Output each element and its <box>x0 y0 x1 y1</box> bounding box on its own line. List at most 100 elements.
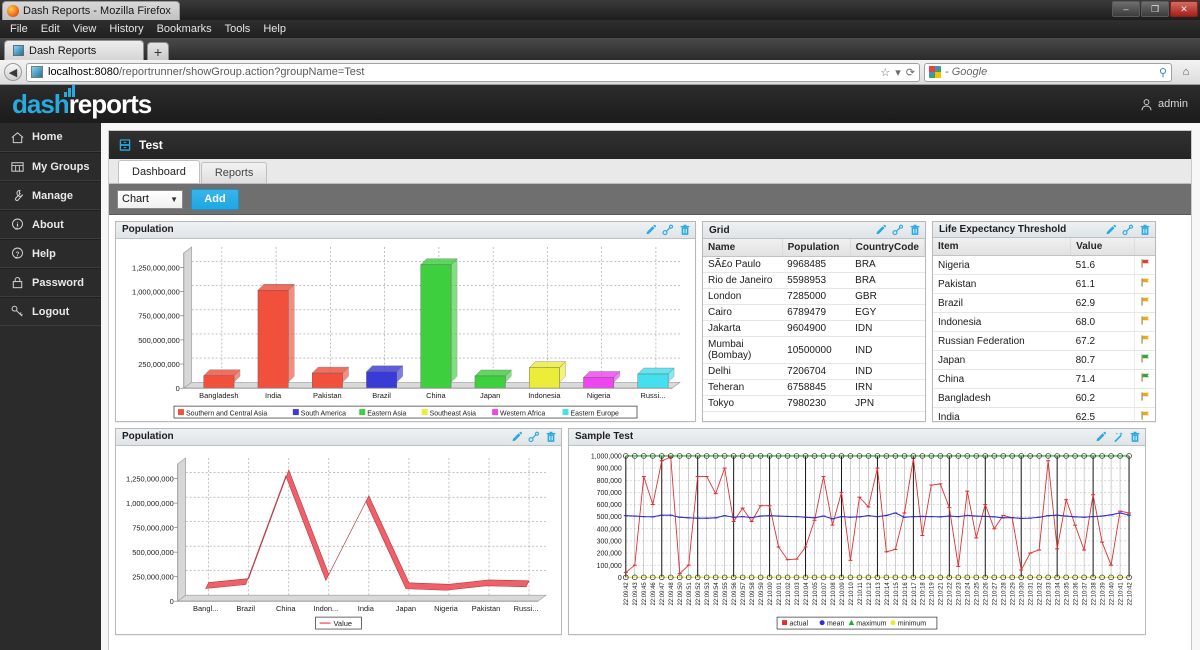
trash-icon[interactable] <box>1139 224 1151 236</box>
legend-label: maximum <box>856 620 886 627</box>
bar[interactable] <box>257 283 295 389</box>
threshold-column-header[interactable] <box>1134 238 1155 257</box>
chevron-down-icon[interactable]: ▾ <box>895 66 901 79</box>
grid-column-header[interactable]: Population <box>782 239 851 257</box>
sidebar-item-logout[interactable]: Logout <box>0 297 101 326</box>
search-icon[interactable]: ⚲ <box>1159 66 1167 79</box>
x-tick-label: Pakistan <box>472 604 501 613</box>
x-tick-label: 22:10:16 <box>903 582 909 606</box>
trash-icon[interactable] <box>1129 431 1141 443</box>
threshold-flag-cell <box>1134 331 1155 352</box>
table-row[interactable]: London 7285000 GBR <box>703 288 925 305</box>
sidebar-item-password[interactable]: Password <box>0 268 101 297</box>
sidebar-item-manage[interactable]: Manage <box>0 181 101 210</box>
table-row[interactable]: Tokyo 7980230 JPN <box>703 395 925 412</box>
url-bar[interactable]: localhost:8080/reportrunner/showGroup.ac… <box>26 62 920 82</box>
minimize-button[interactable]: – <box>1112 1 1140 17</box>
table-row[interactable]: Teheran 6758845 IRN <box>703 379 925 396</box>
widget-title: Population <box>122 224 174 236</box>
table-row[interactable]: Indonesia 68.0 <box>933 312 1155 333</box>
wand-icon[interactable] <box>1112 431 1124 443</box>
threshold-value: 80.7 <box>1070 350 1135 371</box>
x-tick-label: 22:10:08 <box>831 582 837 606</box>
menu-bar: File Edit View History Bookmarks Tools H… <box>0 20 1200 38</box>
table-row[interactable]: Brazil 62.9 <box>933 293 1155 314</box>
threshold-column-header[interactable]: Value <box>1070 238 1135 257</box>
x-tick-label: 22:10:22 <box>948 582 954 606</box>
edit-icon[interactable] <box>645 224 657 236</box>
url-path: /reportrunner/showGroup.action?groupName… <box>118 66 365 78</box>
threshold-value: 61.1 <box>1070 274 1135 295</box>
new-tab-button[interactable]: + <box>147 42 169 60</box>
table-row[interactable]: Rio de Janeiro 5598953 BRA <box>703 272 925 289</box>
table-row[interactable]: Cairo 6789479 EGY <box>703 304 925 321</box>
x-tick-label: 22:10:35 <box>1065 582 1071 606</box>
table-row[interactable]: Mumbai (Bombay) 10500000 IND <box>703 336 925 364</box>
edit-icon[interactable] <box>1105 224 1117 236</box>
trash-icon[interactable] <box>545 431 557 443</box>
sidebar-item-my-groups[interactable]: My Groups <box>0 152 101 181</box>
table-row[interactable]: Nigeria 51.6 <box>933 255 1155 276</box>
browser-tab-dash-reports[interactable]: Dash Reports <box>4 40 144 60</box>
table-row[interactable]: India 62.5 <box>933 407 1155 421</box>
menu-help[interactable]: Help <box>257 22 292 36</box>
widget-title: Population <box>122 431 174 443</box>
link-icon[interactable] <box>1122 224 1134 236</box>
bookmark-star-icon[interactable]: ☆ <box>880 66 890 79</box>
table-row[interactable]: Pakistan 61.1 <box>933 274 1155 295</box>
legend-swatch <box>890 620 896 626</box>
tab-reports[interactable]: Reports <box>200 162 268 183</box>
tab-dashboard[interactable]: Dashboard <box>118 160 200 183</box>
grid-column-header[interactable]: CountryCode <box>850 239 925 257</box>
table-row[interactable]: Russian Federation 67.2 <box>933 331 1155 352</box>
reload-icon[interactable]: ⟳ <box>906 66 915 79</box>
trash-icon[interactable] <box>909 224 921 236</box>
menu-bookmarks[interactable]: Bookmarks <box>151 22 218 36</box>
table-row[interactable]: Bangladesh 60.2 <box>933 388 1155 409</box>
widget-header: Population <box>116 429 561 446</box>
y-tick-label: 1,250,000,000 <box>126 475 174 484</box>
menu-history[interactable]: History <box>103 22 149 36</box>
dashboard-row-1: Population 0 250,000,000 500,000,000 750… <box>115 221 1185 422</box>
table-row[interactable]: China 71.4 <box>933 369 1155 390</box>
legend-label: Western Africa <box>500 411 545 418</box>
widget-actions <box>1095 431 1141 443</box>
bar[interactable] <box>420 258 458 389</box>
menu-tools[interactable]: Tools <box>219 22 257 36</box>
table-row[interactable]: Japan 80.7 <box>933 350 1155 371</box>
add-button[interactable]: Add <box>191 188 239 210</box>
edit-icon[interactable] <box>511 431 523 443</box>
sidebar-item-about[interactable]: About <box>0 210 101 239</box>
table-header-row: Name Population CountryCode <box>703 239 925 257</box>
link-icon[interactable] <box>662 224 674 236</box>
y-tick-label: 0 <box>170 597 174 606</box>
table-row[interactable]: Delhi 7206704 IND <box>703 363 925 380</box>
menu-file[interactable]: File <box>4 22 34 36</box>
link-icon[interactable] <box>892 224 904 236</box>
edit-icon[interactable] <box>875 224 887 236</box>
current-user[interactable]: admin <box>1140 98 1188 111</box>
menu-edit[interactable]: Edit <box>35 22 66 36</box>
back-button[interactable]: ◀ <box>4 63 22 81</box>
search-bar[interactable]: - Google ⚲ <box>924 62 1172 82</box>
sidebar-item-help[interactable]: ? Help <box>0 239 101 268</box>
x-tick-label: 22:10:28 <box>1002 582 1008 606</box>
close-button[interactable]: ✕ <box>1170 1 1198 17</box>
flag-icon <box>1140 334 1151 345</box>
maximize-button[interactable]: ❐ <box>1141 1 1169 17</box>
widget-type-select[interactable]: Chart ▼ <box>117 189 183 209</box>
table-row[interactable]: SÃ£o Paulo 9968485 BRA <box>703 256 925 273</box>
table-row[interactable]: Jakarta 9604900 IDN <box>703 320 925 337</box>
threshold-item: Japan <box>933 350 1071 371</box>
edit-icon[interactable] <box>1095 431 1107 443</box>
threshold-column-header[interactable]: Item <box>933 238 1072 257</box>
grid-column-header[interactable]: Name <box>703 239 783 257</box>
menu-view[interactable]: View <box>67 22 103 36</box>
legend-label: mean <box>827 620 845 627</box>
sidebar-item-home[interactable]: Home <box>0 123 101 152</box>
app-header: dashreports admin <box>0 84 1200 123</box>
trash-icon[interactable] <box>679 224 691 236</box>
home-icon[interactable]: ⌂ <box>1176 63 1196 82</box>
link-icon[interactable] <box>528 431 540 443</box>
app-logo[interactable]: dashreports <box>12 84 152 120</box>
